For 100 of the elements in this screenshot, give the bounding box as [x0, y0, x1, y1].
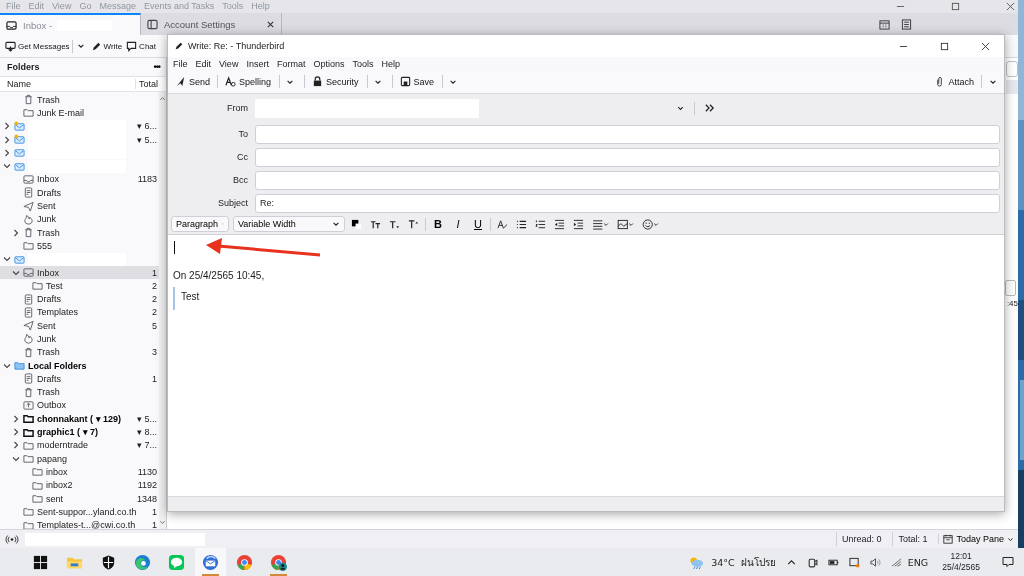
chevron-icon[interactable]: [3, 255, 11, 264]
folder-row[interactable]: Drafts 1: [0, 372, 159, 386]
folder-row[interactable]: Inbox 1183: [0, 172, 159, 187]
folder-row[interactable]: Sent 5: [0, 319, 159, 333]
folder-row[interactable]: Trash: [0, 225, 159, 240]
chevron-icon[interactable]: [12, 228, 20, 237]
style-button[interactable]: U: [470, 218, 486, 230]
style-button[interactable]: I: [450, 218, 466, 230]
folder-row[interactable]: Drafts: [0, 186, 159, 200]
folder-row[interactable]: chonnakant ( ▾ 129) ▾ 5...: [0, 412, 159, 426]
menu-item[interactable]: View: [219, 58, 239, 69]
column-header[interactable]: Name: [0, 79, 136, 89]
folder-row[interactable]: Local Folders: [0, 358, 159, 373]
toolbar-button[interactable]: Chat: [125, 38, 157, 54]
paragraph-select[interactable]: Paragraph: [171, 216, 229, 232]
address-field[interactable]: [255, 124, 1000, 144]
bullet-list-icon[interactable]: [516, 218, 527, 230]
menu-item[interactable]: Tools: [352, 58, 374, 69]
font-size-icon[interactable]: [370, 218, 381, 230]
address-field[interactable]: [255, 147, 1000, 167]
folder-row[interactable]: Inbox 1: [0, 265, 159, 280]
toolbar-button[interactable]: Get Messages: [4, 37, 88, 55]
folder-row[interactable]: Junk: [0, 332, 159, 346]
outdent-icon[interactable]: [554, 218, 565, 230]
address-field[interactable]: [255, 170, 1000, 190]
chevron-icon[interactable]: [12, 414, 20, 423]
menu-item[interactable]: Format: [276, 58, 306, 69]
smaller-text-icon[interactable]: [389, 218, 400, 230]
close-icon[interactable]: [266, 19, 275, 29]
folder-row[interactable]: Junk E-mail: [0, 106, 159, 120]
double-chevron-icon[interactable]: [704, 103, 715, 113]
chevron-icon[interactable]: [12, 441, 20, 450]
folder-row[interactable]: inbox2 1192: [0, 478, 159, 492]
folder-row[interactable]: Drafts 2: [0, 292, 159, 306]
numbered-list-icon[interactable]: [535, 218, 546, 230]
text-color-icon[interactable]: [351, 218, 362, 230]
chevron-icon[interactable]: [3, 122, 11, 131]
notification-icon[interactable]: [1002, 556, 1014, 568]
column-header[interactable]: Total: [136, 79, 166, 89]
chevron-icon[interactable]: [12, 268, 20, 277]
folder-row[interactable]: papang: [0, 452, 159, 466]
monitor-icon[interactable]: [848, 556, 860, 568]
folder-row[interactable]: Outbox: [0, 398, 159, 413]
folder-row[interactable]: Trash: [0, 385, 159, 399]
style-button[interactable]: B: [430, 218, 446, 230]
toolbar-button[interactable]: Send: [172, 74, 214, 89]
close-icon[interactable]: [981, 41, 990, 51]
tab[interactable]: Inbox -: [0, 13, 141, 35]
folder-row[interactable]: Junk: [0, 212, 159, 226]
folder-row[interactable]: sent 1348: [0, 491, 159, 506]
folder-row[interactable]: graphic1 ( ▾ 7) ▾ 8...: [0, 425, 159, 439]
emoji-icon[interactable]: [642, 218, 659, 230]
maximize-icon[interactable]: [951, 2, 960, 11]
wifi-icon[interactable]: [890, 556, 902, 568]
folder-row[interactable]: inbox 1130: [0, 465, 159, 479]
folder-row[interactable]: Sent-suppor...yland.co.th 1: [0, 505, 159, 519]
clear-format-icon[interactable]: [497, 218, 508, 230]
broadcast-icon[interactable]: [5, 534, 19, 544]
message-body[interactable]: On 25/4/2565 10:45, Test: [168, 235, 1004, 496]
folder-row[interactable]: Test 2: [0, 279, 159, 293]
chevron-icon[interactable]: [3, 361, 11, 370]
attach-button[interactable]: Attach: [931, 74, 977, 89]
folder-row[interactable]: moderntrade ▾ 7...: [0, 438, 159, 452]
chevron-icon[interactable]: [12, 454, 20, 463]
menu-item[interactable]: Options: [313, 58, 345, 69]
weather-condition[interactable]: ฝนโปรย: [740, 554, 776, 570]
subject-field[interactable]: Re:: [255, 193, 1000, 213]
insert-icon[interactable]: [617, 218, 634, 230]
input-language[interactable]: ENG: [907, 556, 929, 568]
maximize-icon[interactable]: [940, 41, 949, 51]
more-button[interactable]: •••: [153, 62, 160, 72]
chevron-icon[interactable]: [3, 148, 11, 157]
clock[interactable]: 12:01 25/4/2565: [942, 551, 980, 573]
camera-icon[interactable]: [806, 556, 818, 568]
toolbar-button[interactable]: Security: [309, 73, 388, 90]
temperature[interactable]: 34°C: [711, 556, 735, 568]
scroll-down-icon[interactable]: [159, 519, 166, 526]
menu-item[interactable]: Edit: [195, 58, 212, 69]
chevron-icon[interactable]: [12, 428, 20, 437]
calendar-icon[interactable]: [879, 18, 890, 30]
close-icon[interactable]: [1006, 2, 1015, 11]
chevron-icon[interactable]: [3, 135, 11, 144]
menu-item[interactable]: Insert: [246, 58, 269, 69]
folder-row[interactable]: Trash 3: [0, 345, 159, 359]
toolbar-button[interactable]: Save: [396, 73, 464, 90]
folder-row[interactable]: Templates 2: [0, 305, 159, 320]
larger-text-icon[interactable]: [408, 218, 419, 230]
chevron-icon[interactable]: [3, 162, 11, 171]
folder-row[interactable]: Sent: [0, 199, 159, 213]
menu-item[interactable]: File: [173, 58, 188, 69]
menu-item[interactable]: Help: [381, 58, 400, 69]
align-icon[interactable]: [592, 218, 609, 230]
toolbar-button[interactable]: Spelling: [222, 73, 301, 90]
folder-row[interactable]: Trash: [0, 93, 159, 107]
toolbar-button[interactable]: Write: [89, 38, 124, 54]
tasks-icon[interactable]: [901, 18, 912, 30]
font-select[interactable]: Variable Width: [233, 216, 345, 232]
scrollbar[interactable]: [159, 92, 166, 529]
scroll-up-icon[interactable]: [159, 95, 166, 102]
folder-row[interactable]: 555: [0, 239, 159, 253]
